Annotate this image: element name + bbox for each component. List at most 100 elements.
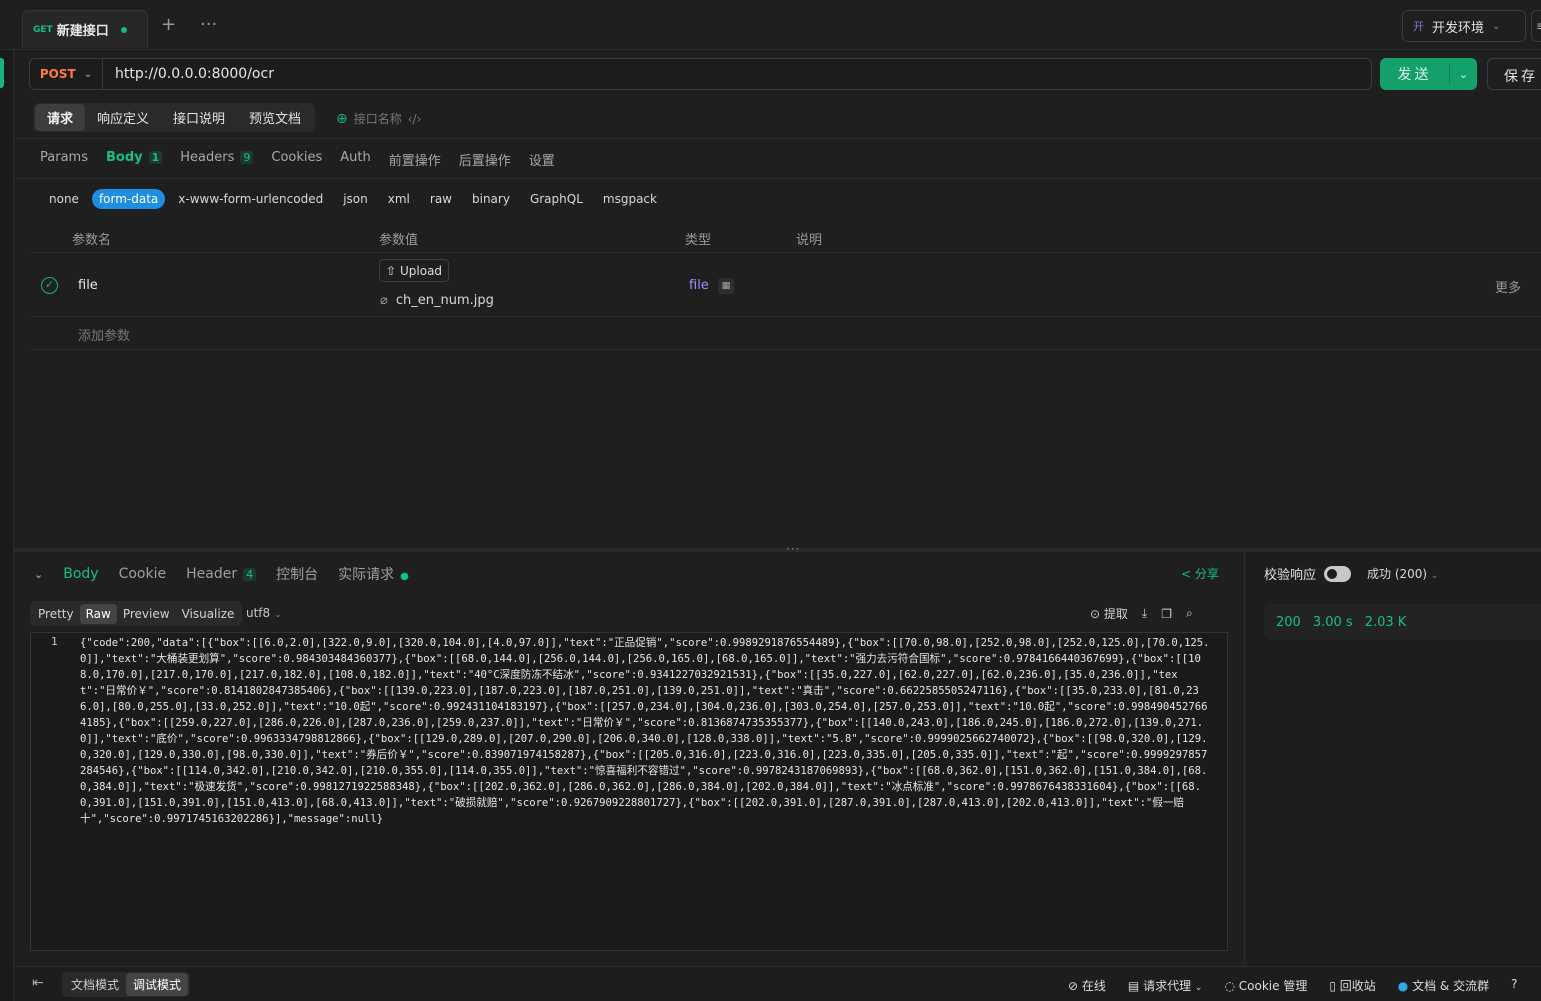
body-type-urlencoded[interactable]: x-www-form-urlencoded [171, 189, 330, 209]
tab-pre-ops[interactable]: 前置操作 [389, 150, 441, 169]
chevron-down-icon: ⌄ [274, 610, 282, 620]
collapse-sidebar-icon[interactable]: ⇤ [32, 975, 44, 991]
send-button[interactable]: 发送 ⌄ [1380, 58, 1477, 90]
tab-cookies[interactable]: Cookies [271, 150, 322, 169]
copy-icon[interactable]: ❐ [1161, 607, 1172, 621]
validate-state-select[interactable]: 成功 (200) ⌄ [1367, 565, 1438, 582]
add-tab-icon[interactable]: + [161, 16, 176, 34]
save-button[interactable]: 保存 [1487, 58, 1541, 90]
file-name: ch_en_num.jpg [395, 293, 494, 308]
tab-title: 新建接口 [56, 24, 109, 39]
param-name[interactable]: file [78, 278, 98, 293]
line-number: 1 [51, 635, 58, 648]
resp-tab-console[interactable]: 控制台 [276, 564, 318, 584]
mode-tab-response-def[interactable]: 响应定义 [85, 104, 161, 131]
left-rail [0, 50, 14, 1001]
count-badge: 4 [243, 568, 257, 581]
col-header-value: 参数值 [379, 233, 419, 248]
method-select[interactable]: POST ⌄ [30, 59, 103, 89]
format-tabs: Pretty Raw Preview Visualize [30, 601, 243, 626]
api-name-field[interactable]: ⊕ 接口名称 ‹/› [336, 110, 421, 127]
validate-label: 校验响应 [1264, 568, 1317, 583]
dot-icon: ● [400, 571, 409, 582]
doc-mode-tab[interactable]: 文档模式 [64, 973, 126, 996]
tab-headers[interactable]: Headers 9 [180, 150, 254, 169]
body-type-none[interactable]: none [42, 189, 86, 209]
resp-tab-cookie[interactable]: Cookie [119, 566, 167, 582]
response-body-viewer[interactable]: 1 {"code":200,"data":[{"box":[[6.0,2.0],… [30, 632, 1245, 951]
body-type-xml[interactable]: xml [381, 189, 417, 209]
body-type-msgpack[interactable]: msgpack [596, 189, 664, 209]
extract-button[interactable]: ⊙ 提取 [1090, 605, 1128, 622]
mode-tab-request[interactable]: 请求 [35, 104, 86, 131]
trash-icon: ▯ [1329, 979, 1336, 993]
body-type-form-data[interactable]: form-data [91, 189, 166, 209]
file-reference[interactable]: ⌀ ch_en_num.jpg [380, 293, 494, 308]
param-type[interactable]: file [689, 278, 709, 293]
format-preview[interactable]: Preview [117, 604, 176, 624]
left-rail-marker [0, 58, 4, 88]
col-header-name: 参数名 [72, 233, 112, 248]
add-param-input[interactable]: 添加参数 [78, 325, 130, 344]
check-circle-icon: ⊘ [1068, 979, 1079, 993]
tab-post-ops[interactable]: 后置操作 [459, 150, 511, 169]
environment-select[interactable]: 开 开发环境 ⌄ [1402, 10, 1526, 42]
body-type-json[interactable]: json [336, 189, 375, 209]
body-type-graphql[interactable]: GraphQL [523, 189, 590, 209]
col-header-type: 类型 [685, 233, 712, 248]
debug-mode-tab[interactable]: 调试模式 [126, 973, 189, 996]
request-tab[interactable]: GET 新建接口 [22, 10, 148, 48]
method-label: POST [39, 67, 76, 81]
resp-tab-header[interactable]: Header 4 [186, 566, 257, 582]
tab-params[interactable]: Params [40, 150, 88, 169]
encoding-select[interactable]: utf8 ⌄ [246, 606, 282, 620]
format-visualize[interactable]: Visualize [176, 604, 241, 624]
type-options-icon[interactable]: ▦ [718, 278, 734, 294]
url-bar: POST ⌄ http://0.0.0.0:8000/ocr [29, 58, 1372, 90]
online-status[interactable]: ⊘ 在线 [1068, 977, 1106, 994]
recycle-bin[interactable]: ▯ 回收站 [1329, 977, 1375, 994]
footer-mode-tabs: 文档模式 调试模式 [62, 972, 191, 997]
format-raw[interactable]: Raw [79, 603, 117, 624]
upload-icon: ⇧ [385, 263, 396, 278]
share-button[interactable]: < 分享 [1181, 565, 1219, 582]
request-tabs: Params Body 1 Headers 9 Cookies Auth 前置操作 … [40, 150, 555, 169]
cookie-manager[interactable]: ◌ Cookie 管理 [1224, 977, 1307, 994]
validate-toggle[interactable] [1324, 565, 1352, 582]
help-icon[interactable]: ? [1511, 977, 1517, 994]
response-body-text: {"code":200,"data":[{"box":[[6.0,2.0],[3… [80, 637, 1210, 825]
code-icon: ‹/› [407, 111, 422, 126]
collapse-chevron-icon[interactable]: ⌄ [34, 568, 43, 581]
response-toolbar: ⊙ 提取 ⤓ ❐ ⌕ [1090, 605, 1193, 622]
upload-button[interactable]: ⇧ Upload [379, 259, 449, 282]
tab-auth[interactable]: Auth [340, 150, 370, 169]
tab-settings[interactable]: 设置 [529, 150, 555, 169]
env-name: 开发环境 [1432, 20, 1485, 36]
menu-icon[interactable]: ≡ [1531, 10, 1541, 42]
tab-method: GET [33, 24, 53, 35]
url-input[interactable]: http://0.0.0.0:8000/ocr [103, 66, 274, 82]
proxy-select[interactable]: ▤ 请求代理 ⌄ [1128, 977, 1203, 994]
download-icon[interactable]: ⤓ [1142, 606, 1147, 621]
body-type-binary[interactable]: binary [465, 189, 517, 209]
validate-response: 校验响应 [1264, 564, 1352, 583]
mode-tab-preview[interactable]: 预览文档 [237, 104, 313, 131]
param-enabled-checkbox[interactable]: ✓ [41, 277, 58, 294]
format-pretty[interactable]: Pretty [32, 604, 80, 624]
status-code: 200 [1276, 614, 1301, 630]
community-icon: ● [1397, 979, 1409, 993]
count-badge: 9 [240, 151, 254, 164]
unsaved-dot-icon [120, 26, 127, 33]
body-type-raw[interactable]: raw [423, 189, 459, 209]
chevron-down-icon[interactable]: ⌄ [1450, 68, 1477, 81]
tab-body[interactable]: Body 1 [106, 150, 163, 169]
more-tabs-icon[interactable]: ··· [200, 16, 217, 34]
resp-tab-actual-request[interactable]: 实际请求 ● [338, 564, 409, 584]
mode-tab-api-doc[interactable]: 接口说明 [161, 104, 237, 131]
resp-tab-body[interactable]: Body [63, 566, 98, 582]
count-badge: 1 [148, 151, 163, 164]
search-icon[interactable]: ⌕ [1186, 606, 1193, 621]
drag-handle-icon[interactable]: ··· [786, 542, 800, 556]
docs-community[interactable]: ● 文档 & 交流群 [1398, 977, 1489, 994]
more-link[interactable]: 更多 [1495, 277, 1521, 296]
